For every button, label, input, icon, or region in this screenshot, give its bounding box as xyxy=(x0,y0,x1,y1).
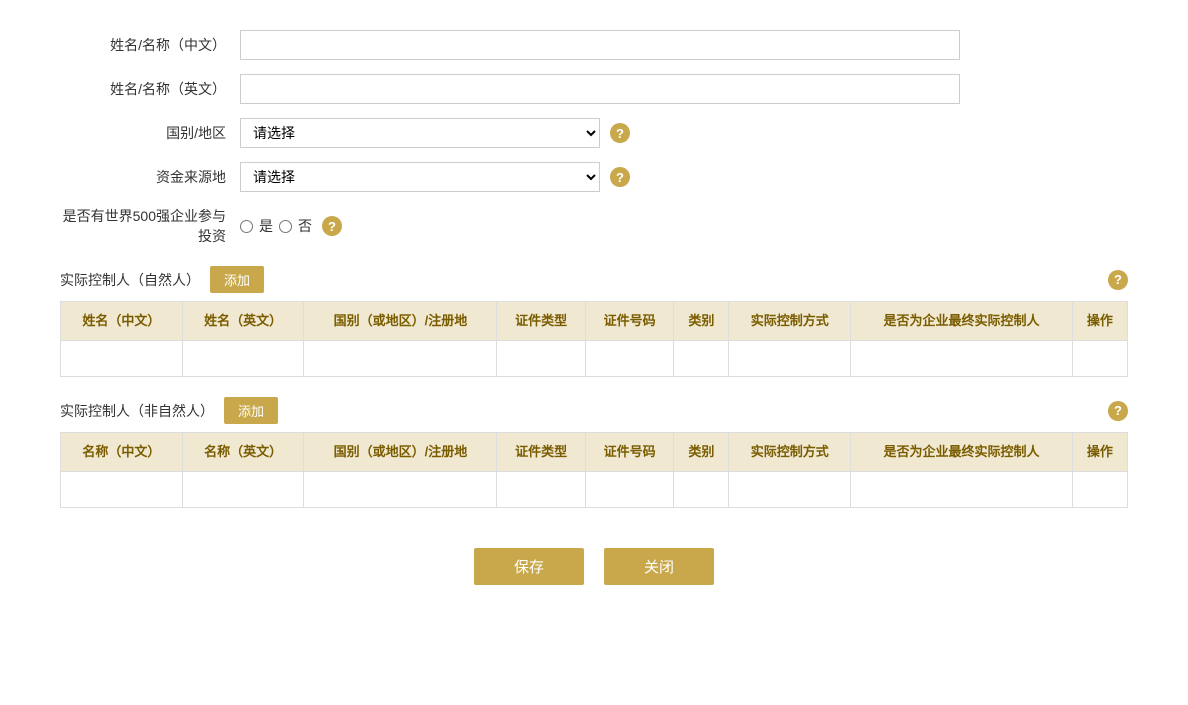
country-field-group: 请选择 ? xyxy=(240,118,630,148)
non-natural-person-col-header: 是否为企业最终实际控制人 xyxy=(851,433,1073,472)
non-natural-person-col-header: 名称（中文） xyxy=(61,433,183,472)
fund-source-select[interactable]: 请选择 xyxy=(240,162,600,192)
name-en-input[interactable] xyxy=(240,74,960,104)
table-cell xyxy=(729,341,851,377)
name-en-row: 姓名/名称（英文） xyxy=(60,74,1128,104)
fund-source-row: 资金来源地 请选择 ? xyxy=(60,162,1128,192)
non-natural-person-section-header: 实际控制人（非自然人） 添加 ? xyxy=(60,397,1128,424)
natural-person-add-button[interactable]: 添加 xyxy=(210,266,264,293)
non-natural-person-col-header: 操作 xyxy=(1072,433,1127,472)
natural-person-col-header: 是否为企业最终实际控制人 xyxy=(851,302,1073,341)
fortune500-row: 是否有世界500强企业参与投资 是 否 ? xyxy=(60,206,1128,246)
table-cell xyxy=(182,341,304,377)
non-natural-person-col-header: 实际控制方式 xyxy=(729,433,851,472)
natural-person-section-header: 实际控制人（自然人） 添加 ? xyxy=(60,266,1128,293)
non-natural-person-table: 名称（中文）名称（英文）国别（或地区）/注册地证件类型证件号码类别实际控制方式是… xyxy=(60,432,1128,508)
table-cell xyxy=(497,341,585,377)
natural-person-col-header: 实际控制方式 xyxy=(729,302,851,341)
non-natural-person-col-header: 证件号码 xyxy=(585,433,673,472)
table-cell xyxy=(674,472,729,508)
table-cell xyxy=(497,472,585,508)
non-natural-person-header-row: 名称（中文）名称（英文）国别（或地区）/注册地证件类型证件号码类别实际控制方式是… xyxy=(61,433,1128,472)
natural-person-col-header: 证件号码 xyxy=(585,302,673,341)
table-cell xyxy=(585,472,673,508)
fortune500-label: 是否有世界500强企业参与投资 xyxy=(60,206,240,246)
natural-person-col-header: 证件类型 xyxy=(497,302,585,341)
table-cell xyxy=(851,341,1073,377)
name-cn-label: 姓名/名称（中文） xyxy=(60,35,240,55)
natural-person-table-head: 姓名（中文）姓名（英文）国别（或地区）/注册地证件类型证件号码类别实际控制方式是… xyxy=(61,302,1128,341)
country-row: 国别/地区 请选择 ? xyxy=(60,118,1128,148)
table-cell xyxy=(851,472,1073,508)
natural-person-title: 实际控制人（自然人） xyxy=(60,270,200,290)
country-help-icon[interactable]: ? xyxy=(610,123,630,143)
close-button[interactable]: 关闭 xyxy=(604,548,714,585)
non-natural-person-table-head: 名称（中文）名称（英文）国别（或地区）/注册地证件类型证件号码类别实际控制方式是… xyxy=(61,433,1128,472)
fortune500-field-group: 是 否 ? xyxy=(240,216,342,236)
table-cell xyxy=(674,341,729,377)
name-cn-row: 姓名/名称（中文） xyxy=(60,30,1128,60)
non-natural-person-add-button[interactable]: 添加 xyxy=(224,397,278,424)
fortune500-help-icon[interactable]: ? xyxy=(322,216,342,236)
non-natural-person-title: 实际控制人（非自然人） xyxy=(60,401,214,421)
fortune500-radio-group: 是 否 xyxy=(240,216,312,236)
natural-person-col-header: 类别 xyxy=(674,302,729,341)
bottom-buttons: 保存 关闭 xyxy=(60,548,1128,605)
non-natural-person-help-icon[interactable]: ? xyxy=(1108,401,1128,421)
table-cell xyxy=(61,472,183,508)
fund-source-label: 资金来源地 xyxy=(60,167,240,187)
name-cn-input[interactable] xyxy=(240,30,960,60)
non-natural-person-col-header: 类别 xyxy=(674,433,729,472)
country-select[interactable]: 请选择 xyxy=(240,118,600,148)
natural-person-table-body xyxy=(61,341,1128,377)
table-cell xyxy=(182,472,304,508)
save-button[interactable]: 保存 xyxy=(474,548,584,585)
non-natural-person-table-body xyxy=(61,472,1128,508)
non-natural-person-col-header: 名称（英文） xyxy=(182,433,304,472)
table-cell xyxy=(304,341,497,377)
table-cell xyxy=(729,472,851,508)
fund-source-field-group: 请选择 ? xyxy=(240,162,630,192)
fortune500-no-radio[interactable] xyxy=(279,220,292,233)
name-en-label: 姓名/名称（英文） xyxy=(60,79,240,99)
table-cell xyxy=(61,341,183,377)
non-natural-person-col-header: 国别（或地区）/注册地 xyxy=(304,433,497,472)
natural-person-col-header: 姓名（英文） xyxy=(182,302,304,341)
fund-source-help-icon[interactable]: ? xyxy=(610,167,630,187)
natural-person-help-icon[interactable]: ? xyxy=(1108,270,1128,290)
fortune500-no-label[interactable]: 否 xyxy=(298,216,312,236)
fortune500-yes-label[interactable]: 是 xyxy=(259,216,273,236)
natural-person-empty-row xyxy=(61,341,1128,377)
country-label: 国别/地区 xyxy=(60,123,240,143)
table-cell xyxy=(585,341,673,377)
natural-person-col-header: 国别（或地区）/注册地 xyxy=(304,302,497,341)
natural-person-header-row: 姓名（中文）姓名（英文）国别（或地区）/注册地证件类型证件号码类别实际控制方式是… xyxy=(61,302,1128,341)
non-natural-person-col-header: 证件类型 xyxy=(497,433,585,472)
table-cell xyxy=(1072,472,1127,508)
fortune500-yes-radio[interactable] xyxy=(240,220,253,233)
main-form: 姓名/名称（中文） 姓名/名称（英文） 国别/地区 请选择 ? 资金来源地 请选… xyxy=(60,30,1128,246)
natural-person-table: 姓名（中文）姓名（英文）国别（或地区）/注册地证件类型证件号码类别实际控制方式是… xyxy=(60,301,1128,377)
natural-person-col-header: 姓名（中文） xyxy=(61,302,183,341)
table-cell xyxy=(304,472,497,508)
natural-person-col-header: 操作 xyxy=(1072,302,1127,341)
non-natural-person-empty-row xyxy=(61,472,1128,508)
table-cell xyxy=(1072,341,1127,377)
